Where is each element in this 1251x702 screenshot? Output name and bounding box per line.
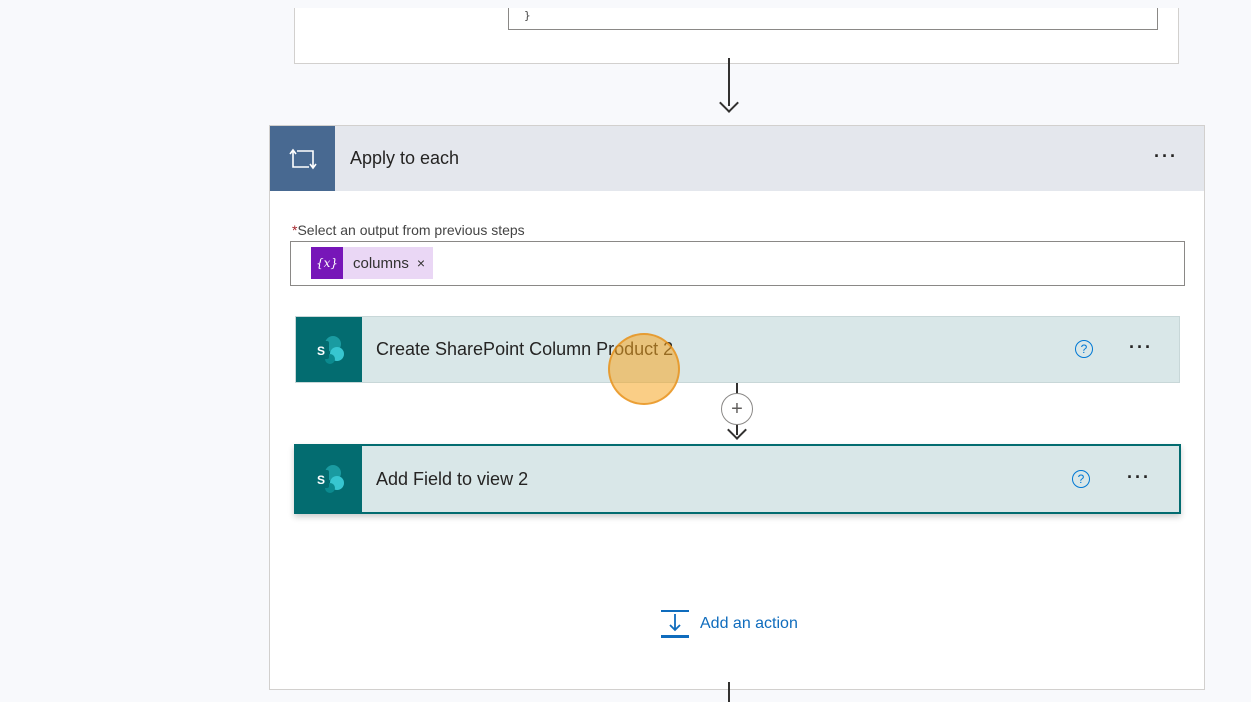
apply-to-each-container: Apply to each ··· *Select an output from… — [269, 125, 1205, 690]
sharepoint-icon: S — [296, 446, 362, 512]
insert-step-button[interactable]: + — [721, 393, 753, 425]
action-card-create-column[interactable]: S Create SharePoint Column Product 2 ? ·… — [295, 316, 1180, 383]
loop-icon — [270, 126, 335, 191]
sharepoint-icon: S — [296, 317, 362, 382]
add-action-icon — [661, 610, 689, 638]
previous-step-card[interactable]: } — [294, 8, 1179, 64]
action-more-button[interactable]: ··· — [1127, 467, 1151, 488]
flow-canvas: } Apply to each ··· *Select an output fr… — [8, 8, 1251, 702]
add-action-button[interactable]: Add an action — [660, 609, 798, 639]
output-field-label: *Select an output from previous steps — [292, 222, 525, 238]
connector-arrow-icon — [719, 93, 739, 113]
action-title: Add Field to view 2 — [376, 469, 529, 489]
action-title: Create SharePoint Column Product 2 — [376, 339, 674, 359]
output-token-input[interactable]: {x} columns × — [290, 241, 1185, 286]
help-icon[interactable]: ? — [1075, 340, 1093, 358]
columns-token[interactable]: {x} columns × — [311, 247, 434, 279]
sharepoint-logo-icon: S — [313, 465, 344, 493]
action-more-button[interactable]: ··· — [1129, 337, 1153, 358]
token-remove-button[interactable]: × — [417, 255, 433, 271]
bottom-connector-line — [728, 682, 730, 702]
svg-text:S: S — [317, 344, 325, 358]
action-card-add-field[interactable]: S Add Field to view 2 ? ··· — [294, 444, 1181, 514]
token-label: columns — [353, 254, 409, 272]
loop-arrows-icon — [288, 148, 317, 169]
apply-to-each-header[interactable]: Apply to each ··· — [270, 126, 1204, 191]
help-icon[interactable]: ? — [1072, 470, 1090, 488]
loop-more-button[interactable]: ··· — [1154, 146, 1178, 167]
output-field-label-text: Select an output from previous steps — [297, 222, 525, 238]
svg-text:S: S — [317, 473, 325, 487]
previous-step-code-field[interactable]: } — [508, 8, 1158, 30]
loop-title: Apply to each — [350, 148, 460, 168]
sharepoint-logo-icon: S — [313, 335, 344, 364]
add-action-label: Add an action — [700, 615, 798, 632]
expression-variable-icon: {x} — [311, 247, 343, 279]
